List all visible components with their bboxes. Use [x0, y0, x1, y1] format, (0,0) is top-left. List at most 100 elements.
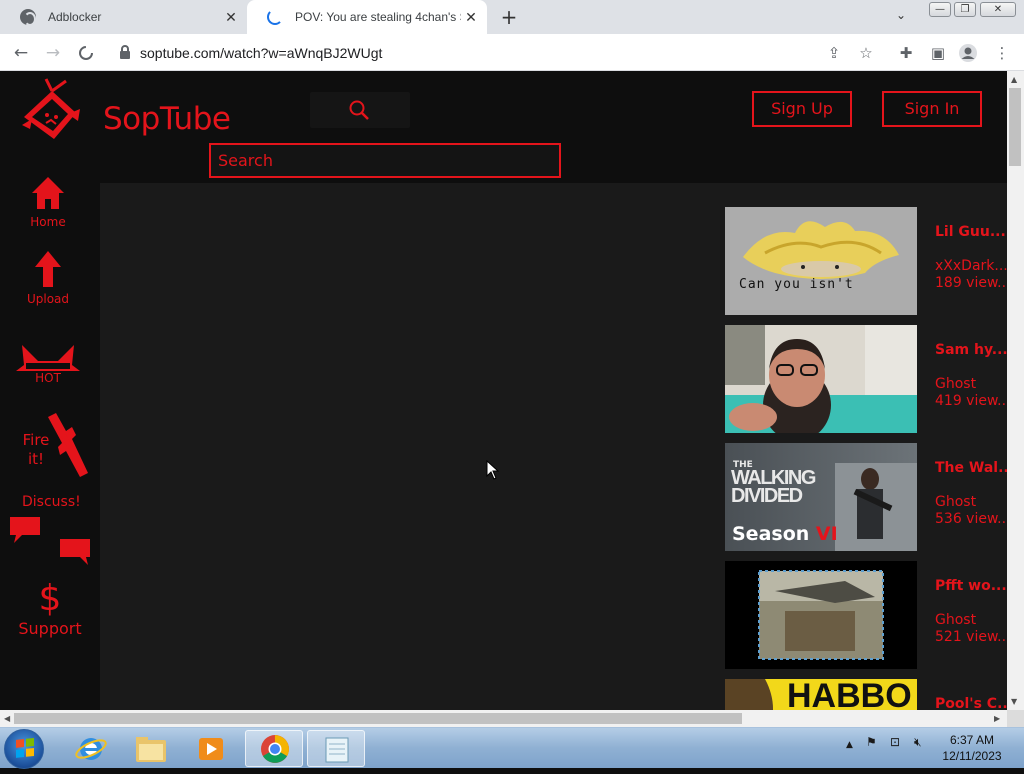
tab-active-video[interactable]: POV: You are stealing 4chan's SS ✕ — [247, 0, 487, 34]
soptube-page: SopTube Sign Up Sign In Home Upload HOT … — [0, 71, 1007, 710]
bookmark-star-icon[interactable]: ☆ — [856, 43, 876, 63]
extensions-puzzle-icon[interactable]: ✚ — [896, 43, 916, 63]
thumbnail-caption: Can you isn't — [739, 277, 854, 292]
browser-menu-icon[interactable]: ⋮ — [992, 43, 1012, 63]
windows-logo-icon — [16, 737, 34, 758]
video-thumbnail[interactable]: Can you isn't — [725, 207, 917, 315]
sidebar-item-label: Home — [30, 215, 66, 229]
video-thumbnail[interactable]: THE WALKING DIVIDED Season VI — [725, 443, 917, 551]
video-views: 189 view... — [935, 275, 1007, 291]
video-thumbnail[interactable] — [725, 325, 917, 433]
tab-title: POV: You are stealing 4chan's SS — [295, 10, 461, 24]
video-views: 521 view... — [935, 629, 1007, 645]
thumbnail-image — [725, 561, 917, 669]
video-info[interactable]: Pfft wo... Ghost 521 view... — [935, 578, 1007, 646]
thumbnail-image — [725, 325, 917, 433]
globe-icon — [20, 9, 36, 26]
video-info[interactable]: Pool's C... — [935, 696, 1007, 710]
close-tab-icon[interactable]: ✕ — [221, 9, 241, 26]
video-thumbnail[interactable] — [725, 561, 917, 669]
back-arrow-icon[interactable]: ← — [9, 41, 33, 65]
tab-adblocker[interactable]: Adblocker ✕ — [0, 0, 247, 34]
browser-toolbar: ← → soptube.com/watch?w=aWnqBJ2WUgt ⇪ ☆ … — [0, 34, 1024, 71]
taskbar-chrome[interactable] — [245, 730, 303, 767]
show-hidden-icons-icon[interactable]: ▲ — [846, 740, 853, 750]
sidebar-item-fire-it[interactable]: Fire it! — [14, 411, 94, 481]
windows-taskbar: ▲ ⚑ ⊡ 🔇︎ 6:37 AM 12/11/2023 — [0, 727, 1024, 769]
close-tab-icon[interactable]: ✕ — [461, 9, 481, 26]
video-channel[interactable]: Ghost — [935, 612, 1007, 629]
tab-strip: Adblocker ✕ POV: You are stealing 4chan'… — [0, 0, 1024, 34]
search-button[interactable] — [310, 92, 410, 128]
video-channel[interactable]: Ghost — [935, 376, 1007, 393]
video-thumbnail[interactable]: HABBO — [725, 679, 917, 710]
sidebar-item-label: Upload — [26, 292, 70, 306]
action-center-flag-icon[interactable]: ⚑ — [866, 735, 877, 749]
logo-text: SopTube — [103, 101, 231, 137]
sidebar-item-home[interactable]: Home — [18, 175, 78, 229]
sidebar-item-support[interactable]: $ Support — [12, 579, 88, 639]
taskbar-media-player[interactable] — [182, 730, 240, 767]
new-tab-button[interactable]: + — [498, 6, 520, 28]
scroll-down-arrow-icon[interactable]: ▼ — [1011, 697, 1017, 706]
search-input[interactable] — [209, 143, 561, 178]
logo-emblem-icon — [22, 78, 80, 139]
volume-muted-icon[interactable]: 🔇︎ — [914, 735, 922, 750]
sidebar-item-discuss[interactable]: Discuss! — [8, 493, 92, 569]
sign-in-button[interactable]: Sign In — [882, 91, 982, 127]
chrome-icon — [261, 735, 289, 763]
minimize-button[interactable]: — — [929, 2, 951, 17]
stop-loading-icon[interactable] — [74, 41, 98, 65]
profile-avatar-icon[interactable] — [958, 43, 978, 63]
sidebar-item-label: Support — [18, 619, 82, 638]
home-icon — [32, 177, 64, 209]
horizontal-scroll-thumb[interactable] — [14, 713, 742, 724]
vertical-scroll-thumb[interactable] — [1009, 88, 1021, 166]
sidebar-item-upload[interactable]: Upload — [18, 250, 78, 306]
close-window-button[interactable]: ✕ — [980, 2, 1016, 17]
media-player-icon — [199, 738, 223, 760]
taskbar-notepad[interactable] — [307, 730, 365, 767]
cat-ears-icon — [16, 345, 80, 371]
internet-explorer-icon — [75, 738, 107, 760]
taskbar-internet-explorer[interactable] — [62, 730, 120, 767]
soptube-logo[interactable]: SopTube — [18, 77, 231, 147]
restore-button[interactable]: ❐ — [954, 2, 976, 17]
video-info[interactable]: The Wal... Ghost 536 view... — [935, 460, 1007, 528]
video-title[interactable]: Pool's C... — [935, 696, 1007, 710]
forward-arrow-icon[interactable]: → — [41, 41, 65, 65]
side-panel-icon[interactable]: ▣ — [928, 43, 948, 63]
mouse-cursor-icon — [486, 460, 500, 480]
tab-search-chevron-icon[interactable]: ⌄ — [896, 8, 906, 22]
video-title[interactable]: Pfft wo... — [935, 578, 1007, 612]
thumbnail-text: HABBO — [787, 679, 912, 710]
scrollbar-corner — [1007, 710, 1024, 727]
scroll-left-arrow-icon[interactable]: ◀ — [4, 714, 10, 723]
network-icon[interactable]: ⊡ — [890, 735, 900, 749]
chat-bubbles-icon — [10, 517, 90, 565]
start-button[interactable] — [4, 729, 44, 769]
video-channel[interactable]: xXxDark... — [935, 258, 1007, 275]
system-clock[interactable]: 6:37 AM 12/11/2023 — [932, 732, 1012, 764]
share-icon[interactable]: ⇪ — [824, 43, 844, 63]
horizontal-scrollbar[interactable]: ◀ ▶ — [0, 710, 1007, 727]
loading-spinner-icon — [267, 9, 283, 25]
scroll-up-arrow-icon[interactable]: ▲ — [1011, 75, 1017, 84]
season-number: VI — [815, 523, 838, 545]
vertical-scrollbar[interactable]: ▲ ▼ — [1007, 71, 1024, 710]
thumbnail-text: DIVIDED — [731, 485, 803, 507]
url-text: soptube.com/watch?w=aWnqBJ2WUgt — [140, 45, 383, 61]
scroll-right-arrow-icon[interactable]: ▶ — [994, 714, 1000, 723]
sidebar-item-hot[interactable]: HOT — [16, 343, 80, 385]
video-title[interactable]: Sam hy... — [935, 342, 1007, 376]
video-title[interactable]: Lil Guu... — [935, 224, 1007, 258]
sign-up-button[interactable]: Sign Up — [752, 91, 852, 127]
notepad-icon — [325, 737, 349, 763]
lock-icon — [120, 45, 130, 59]
video-title[interactable]: The Wal... — [935, 460, 1007, 494]
video-info[interactable]: Lil Guu... xXxDark... 189 view... — [935, 224, 1007, 292]
address-bar[interactable]: soptube.com/watch?w=aWnqBJ2WUgt — [108, 38, 882, 68]
taskbar-file-explorer[interactable] — [122, 730, 180, 767]
video-info[interactable]: Sam hy... Ghost 419 view... — [935, 342, 1007, 410]
video-channel[interactable]: Ghost — [935, 494, 1007, 511]
